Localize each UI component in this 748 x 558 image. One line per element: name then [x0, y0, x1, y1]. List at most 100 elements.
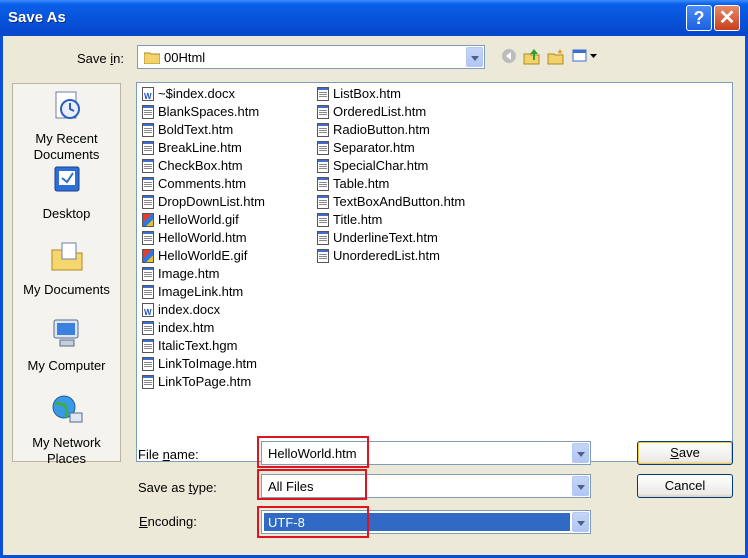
- list-item[interactable]: BlankSpaces.htm: [140, 103, 265, 121]
- file-name: Image.htm: [158, 266, 220, 281]
- list-item[interactable]: index.htm: [140, 319, 265, 337]
- list-item[interactable]: HelloWorld.htm: [140, 229, 265, 247]
- image-file-icon: [142, 249, 154, 263]
- html-file-icon: [317, 249, 329, 263]
- list-item[interactable]: ~$index.docx: [140, 85, 265, 106]
- file-name: Title.htm: [333, 212, 383, 227]
- list-item[interactable]: UnderlineText.htm: [315, 229, 465, 247]
- file-name: ~$index.docx: [158, 86, 235, 101]
- views-menu-icon[interactable]: [572, 48, 598, 66]
- file-name: Comments.htm: [158, 176, 247, 191]
- file-name: ItalicText.hgm: [158, 338, 238, 353]
- html-file-icon: [317, 177, 329, 191]
- html-file-icon: [317, 159, 329, 173]
- list-item[interactable]: LinkToPage.htm: [140, 373, 265, 391]
- my-documents-icon: [13, 240, 120, 278]
- list-item[interactable]: HelloWorld.gif: [140, 211, 265, 229]
- cancel-button[interactable]: Cancel: [637, 474, 733, 498]
- list-item[interactable]: BoldText.htm: [140, 121, 265, 139]
- html-file-icon: [317, 195, 329, 209]
- html-file-icon: [317, 141, 329, 155]
- list-item[interactable]: ItalicText.hgm: [140, 337, 265, 355]
- file-name: UnderlineText.htm: [333, 230, 438, 245]
- file-name: OrderedList.htm: [333, 104, 427, 119]
- chevron-down-icon[interactable]: [572, 443, 589, 463]
- html-file-icon: [142, 375, 154, 389]
- file-name: HelloWorld.htm: [158, 230, 247, 245]
- list-item[interactable]: TextBoxAndButton.htm: [315, 193, 465, 211]
- word-document-icon: [142, 87, 154, 106]
- place-my-documents[interactable]: My Documents: [13, 240, 120, 298]
- help-button[interactable]: ?: [686, 5, 712, 31]
- file-name: CheckBox.htm: [158, 158, 243, 173]
- list-item[interactable]: BreakLine.htm: [140, 139, 265, 157]
- file-name: SpecialChar.htm: [333, 158, 429, 173]
- html-file-icon: [317, 105, 329, 119]
- dialog-body: Save in: 00Html My Recent Documents Desk…: [3, 36, 745, 555]
- html-file-icon: [142, 159, 154, 173]
- file-list-column-2: ListBox.htm OrderedList.htm RadioButton.ht…: [315, 85, 465, 265]
- list-item[interactable]: OrderedList.htm: [315, 103, 465, 121]
- list-item[interactable]: index.docx: [140, 301, 265, 322]
- list-item[interactable]: ListBox.htm: [315, 85, 465, 103]
- list-item[interactable]: UnorderedList.htm: [315, 247, 465, 265]
- save-as-dialog: Save As ? ✕ Save in: 00Html My Recent Do…: [0, 0, 748, 558]
- html-file-icon: [317, 213, 329, 227]
- html-file-icon: [142, 321, 154, 335]
- place-my-computer[interactable]: My Computer: [13, 316, 120, 374]
- html-file-icon: [142, 105, 154, 119]
- html-file-icon: [142, 339, 154, 353]
- file-name: LinkToImage.htm: [158, 356, 257, 371]
- list-item[interactable]: Comments.htm: [140, 175, 265, 193]
- file-list-column-1: ~$index.docx BlankSpaces.htm BoldText.htm B…: [140, 85, 265, 391]
- html-file-icon: [142, 123, 154, 137]
- file-name: LinkToPage.htm: [158, 374, 252, 389]
- close-button[interactable]: ✕: [714, 5, 740, 31]
- place-desktop[interactable]: Desktop: [13, 164, 120, 222]
- title-bar[interactable]: Save As ? ✕: [0, 0, 748, 36]
- list-item[interactable]: Title.htm: [315, 211, 465, 229]
- file-name: index.htm: [158, 320, 215, 335]
- highlight-box-encoding: [257, 506, 369, 538]
- html-file-icon: [142, 141, 154, 155]
- list-item[interactable]: HelloWorldE.gif: [140, 247, 265, 265]
- html-file-icon: [142, 177, 154, 191]
- html-file-icon: [142, 267, 154, 281]
- highlight-box-save-as-type: [257, 469, 367, 500]
- list-item[interactable]: SpecialChar.htm: [315, 157, 465, 175]
- list-item[interactable]: ImageLink.htm: [140, 283, 265, 301]
- list-item[interactable]: RadioButton.htm: [315, 121, 465, 139]
- file-name: BoldText.htm: [158, 122, 234, 137]
- list-item[interactable]: Separator.htm: [315, 139, 465, 157]
- back-icon[interactable]: [501, 48, 519, 66]
- file-name: BreakLine.htm: [158, 140, 242, 155]
- list-item[interactable]: Table.htm: [315, 175, 465, 193]
- list-item[interactable]: LinkToImage.htm: [140, 355, 265, 373]
- chevron-down-icon[interactable]: [572, 512, 589, 532]
- html-file-icon: [317, 123, 329, 137]
- chevron-down-icon[interactable]: [572, 476, 589, 496]
- file-list[interactable]: ~$index.docx BlankSpaces.htm BoldText.htm B…: [136, 82, 733, 462]
- place-recent-documents[interactable]: My Recent Documents: [13, 89, 120, 163]
- file-name: ListBox.htm: [333, 86, 401, 101]
- save-in-combo[interactable]: 00Html: [137, 45, 485, 69]
- save-in-label: Save in:: [77, 51, 124, 66]
- chevron-down-icon[interactable]: [466, 47, 483, 67]
- list-item[interactable]: DropDownList.htm: [140, 193, 265, 211]
- place-my-network[interactable]: My Network Places: [13, 393, 120, 467]
- html-file-icon: [142, 195, 154, 209]
- list-item[interactable]: CheckBox.htm: [140, 157, 265, 175]
- up-folder-icon[interactable]: [523, 48, 541, 66]
- network-places-icon: [13, 393, 120, 431]
- file-name: HelloWorldE.gif: [158, 248, 248, 263]
- list-item[interactable]: Image.htm: [140, 265, 265, 283]
- file-name-label: File name:: [138, 447, 199, 462]
- new-folder-icon[interactable]: [547, 48, 565, 66]
- places-bar: My Recent Documents Desktop My Documents…: [12, 83, 121, 466]
- recent-documents-icon: [13, 89, 120, 127]
- save-button[interactable]: Save: [637, 441, 733, 465]
- html-file-icon: [317, 231, 329, 245]
- file-name: HelloWorld.gif: [158, 212, 239, 227]
- word-document-icon: [142, 303, 154, 322]
- file-name: RadioButton.htm: [333, 122, 430, 137]
